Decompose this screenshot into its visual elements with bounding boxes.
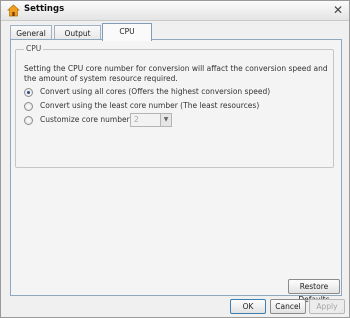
- ok-button[interactable]: OK: [230, 299, 266, 314]
- close-icon[interactable]: ✕: [332, 4, 344, 16]
- option-all-cores-label: Convert using all cores (Offers the high…: [40, 87, 271, 96]
- resize-grip-icon[interactable]: ⋰: [339, 307, 347, 315]
- cpu-group: CPU Setting the CPU core number for conv…: [15, 44, 334, 168]
- core-number-select[interactable]: 2 ▼: [130, 113, 172, 127]
- chevron-down-icon[interactable]: ▼: [160, 114, 171, 126]
- tab-cpu[interactable]: CPU: [102, 23, 152, 41]
- restore-defaults-button[interactable]: Restore Defaults: [288, 279, 340, 304]
- title-bar[interactable]: Settings ✕: [1, 1, 349, 21]
- radio-least-cores[interactable]: [24, 102, 33, 111]
- cpu-tab-panel: CPU Setting the CPU core number for conv…: [10, 39, 342, 304]
- cpu-group-title: CPU: [24, 44, 44, 53]
- option-customize-cores[interactable]: Customize core number 2 ▼: [24, 113, 184, 127]
- cancel-button[interactable]: Cancel: [270, 299, 306, 314]
- settings-house-icon: [7, 4, 20, 17]
- window-title: Settings: [24, 4, 65, 14]
- option-customize-cores-label: Customize core number: [40, 115, 130, 124]
- core-number-value: 2: [134, 115, 139, 124]
- cpu-description: Setting the CPU core number for conversi…: [24, 64, 328, 83]
- radio-customize-cores[interactable]: [24, 116, 33, 125]
- radio-all-cores[interactable]: [24, 88, 33, 97]
- option-least-cores-label: Convert using the least core number (The…: [40, 101, 260, 110]
- settings-dialog: Settings ✕ General Output CPU CPU Settin…: [0, 0, 350, 318]
